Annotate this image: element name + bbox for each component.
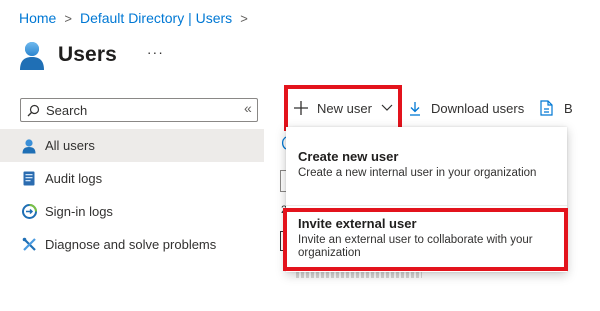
download-users-button[interactable]: Download users xyxy=(409,101,524,116)
user-icon xyxy=(21,138,37,154)
breadcrumb-separator: > xyxy=(64,10,72,26)
option-title: Create new user xyxy=(298,149,399,164)
sidebar-item-label: Diagnose and solve problems xyxy=(45,237,217,252)
search-icon xyxy=(27,104,40,116)
sidebar-search[interactable] xyxy=(20,98,258,122)
breadcrumb-separator: > xyxy=(240,10,248,26)
document-icon xyxy=(540,100,553,116)
breadcrumb-home[interactable]: Home xyxy=(19,10,56,26)
collapse-sidebar-button[interactable]: « xyxy=(244,100,252,116)
sidebar-item-label: Sign-in logs xyxy=(45,204,113,219)
search-input[interactable] xyxy=(46,102,246,118)
sidebar-item-label: All users xyxy=(45,138,95,153)
sidebar-item-label: Audit logs xyxy=(45,171,103,186)
sidebar-item-diagnose[interactable]: Diagnose and solve problems xyxy=(0,228,264,261)
page-title: Users xyxy=(58,43,117,66)
sidebar-item-sign-in-logs[interactable]: Sign-in logs xyxy=(0,195,264,228)
sidebar-item-audit-logs[interactable]: Audit logs xyxy=(0,162,264,195)
audit-log-icon xyxy=(21,171,37,187)
invite-highlight-box xyxy=(283,208,568,271)
option-description: Create a new internal user in your organ… xyxy=(298,167,537,179)
breadcrumb-directory-users[interactable]: Default Directory | Users xyxy=(80,10,232,26)
bulk-operations-button[interactable]: B xyxy=(540,100,573,116)
download-icon xyxy=(410,102,420,116)
download-users-label: Download users xyxy=(431,101,525,116)
more-options-button[interactable]: ··· xyxy=(147,44,164,60)
new-user-highlight-box xyxy=(284,85,402,131)
divider xyxy=(286,205,567,206)
table-row-partial xyxy=(296,271,422,278)
sidebar-item-all-users[interactable]: All users xyxy=(0,129,264,162)
bulk-operations-label: B xyxy=(564,100,573,116)
breadcrumb: Home > Default Directory | Users > xyxy=(19,10,256,26)
page-header: Users ··· xyxy=(19,38,164,72)
sidebar-nav: All users Audit logs Sign-in logs Diagno… xyxy=(0,129,264,261)
wrench-icon xyxy=(21,237,37,253)
sign-in-icon xyxy=(21,204,37,220)
portal-page: Home > Default Directory | Users > Users… xyxy=(0,0,600,311)
users-icon xyxy=(20,42,44,70)
create-new-user-option[interactable]: Create new user Create a new internal us… xyxy=(298,149,536,180)
